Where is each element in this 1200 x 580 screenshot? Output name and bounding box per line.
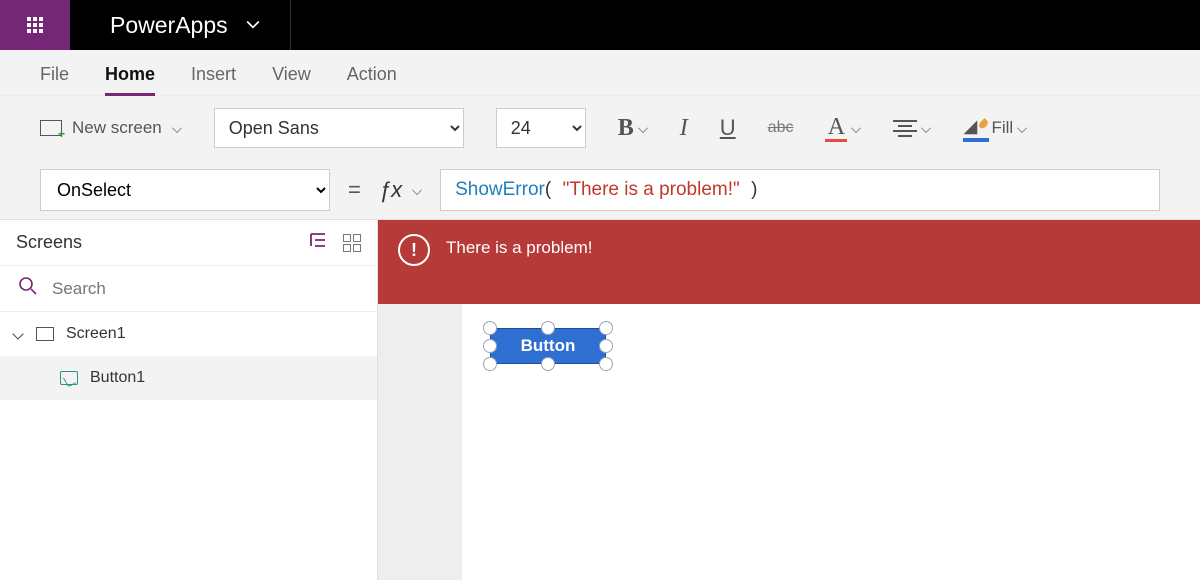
chevron-down-icon	[172, 123, 182, 133]
align-button[interactable]	[893, 120, 931, 137]
strikethrough-icon: abc	[768, 119, 794, 137]
tree-item-screen[interactable]: Screen1	[0, 312, 377, 356]
tree-item-label: Button1	[90, 369, 145, 387]
resize-handle-tl[interactable]	[483, 321, 497, 335]
tree-item-label: Screen1	[66, 325, 126, 343]
screens-search-input[interactable]	[52, 279, 359, 299]
new-screen-label: New screen	[72, 118, 162, 138]
italic-button[interactable]: I	[680, 115, 688, 142]
chevron-down-icon	[638, 123, 648, 133]
tree-view-button[interactable]	[309, 232, 329, 253]
design-canvas[interactable]: Button	[462, 304, 1200, 580]
resize-handle-bl[interactable]	[483, 357, 497, 371]
bold-icon: B	[618, 115, 634, 142]
chevron-down-icon	[921, 123, 931, 133]
underline-button[interactable]: U	[720, 115, 736, 141]
formula-input[interactable]: ShowError ( "There is a problem!" )	[440, 169, 1160, 211]
screen-plus-icon	[40, 120, 62, 136]
fx-button[interactable]: ƒx	[379, 177, 422, 203]
paint-bucket-icon: ◢	[963, 116, 987, 140]
screen-icon	[36, 327, 54, 341]
chevron-down-icon	[851, 123, 861, 133]
fill-label: Fill	[991, 118, 1013, 138]
tab-home[interactable]: Home	[105, 64, 155, 95]
error-message: There is a problem!	[446, 234, 592, 258]
list-tree-icon	[309, 232, 329, 248]
tab-view[interactable]: View	[272, 64, 311, 95]
resize-handle-br[interactable]	[599, 357, 613, 371]
formula-paren-close: )	[751, 179, 757, 201]
waffle-icon	[27, 17, 43, 33]
screens-search-row	[0, 266, 377, 312]
tab-action[interactable]: Action	[347, 64, 397, 95]
chevron-down-icon	[246, 20, 260, 30]
bold-button[interactable]: B	[618, 115, 648, 142]
canvas-area: ! There is a problem! Button	[378, 220, 1200, 580]
resize-handle-tr[interactable]	[599, 321, 613, 335]
fill-button[interactable]: ◢ Fill	[963, 116, 1027, 140]
app-name-label: PowerApps	[110, 12, 228, 39]
screens-panel-title: Screens	[16, 232, 82, 253]
screens-panel: Screens Screen1 Button1	[0, 220, 378, 580]
collapse-icon[interactable]	[14, 330, 24, 338]
align-icon	[893, 120, 917, 137]
error-icon: !	[398, 234, 430, 266]
tab-file[interactable]: File	[40, 64, 69, 95]
font-name-select[interactable]: Open Sans	[214, 108, 464, 148]
ribbon-home: New screen Open Sans 24 B I U abc A ◢ Fi…	[0, 96, 1200, 160]
underline-icon: U	[720, 115, 736, 141]
resize-handle-mr[interactable]	[599, 339, 613, 353]
font-color-button[interactable]: A	[825, 115, 861, 142]
formula-bar: OnSelect = ƒx ShowError ( "There is a pr…	[0, 160, 1200, 220]
property-select[interactable]: OnSelect	[40, 169, 330, 211]
resize-handle-bc[interactable]	[541, 357, 555, 371]
search-icon	[18, 276, 38, 301]
button-text: Button	[521, 336, 576, 356]
error-banner: ! There is a problem!	[378, 220, 1200, 304]
selected-control[interactable]: Button	[490, 328, 606, 364]
font-color-icon: A	[825, 115, 847, 142]
formula-function-token: ShowError	[455, 179, 545, 201]
formula-paren-open: (	[545, 179, 551, 201]
strikethrough-button[interactable]: abc	[768, 119, 794, 137]
fx-icon: ƒx	[379, 177, 402, 203]
button-control-icon	[60, 371, 78, 385]
tree-item-control[interactable]: Button1	[0, 356, 377, 400]
screens-panel-header: Screens	[0, 220, 377, 266]
app-launcher-button[interactable]	[0, 0, 70, 50]
tab-insert[interactable]: Insert	[191, 64, 236, 95]
titlebar: PowerApps	[0, 0, 1200, 50]
new-screen-button[interactable]: New screen	[40, 118, 182, 138]
formula-string-token: "There is a problem!"	[563, 179, 740, 201]
italic-icon: I	[680, 115, 688, 142]
menu-tabs: File Home Insert View Action	[0, 50, 1200, 96]
thumbnail-view-button[interactable]	[343, 234, 361, 252]
app-switcher-button[interactable]: PowerApps	[70, 0, 291, 50]
font-size-select[interactable]: 24	[496, 108, 586, 148]
equals-label: =	[348, 177, 361, 203]
workspace: Screens Screen1 Button1 !	[0, 220, 1200, 580]
chevron-down-icon	[1017, 123, 1027, 133]
chevron-down-icon	[412, 185, 422, 195]
resize-handle-tc[interactable]	[541, 321, 555, 335]
resize-handle-ml[interactable]	[483, 339, 497, 353]
